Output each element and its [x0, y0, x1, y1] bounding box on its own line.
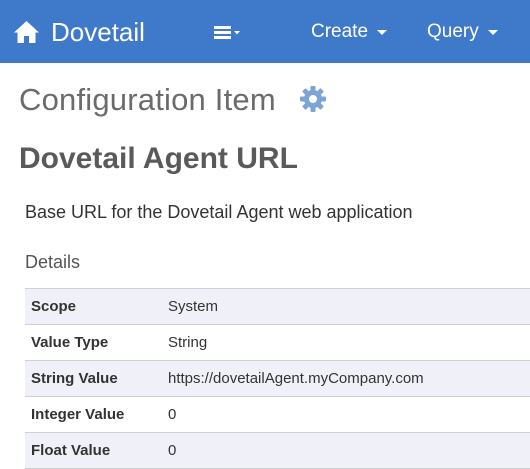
- detail-key: Float Value: [25, 432, 162, 469]
- settings-button[interactable]: [299, 85, 327, 113]
- table-row: Integer Value 0: [25, 396, 530, 433]
- table-row: Float Value 0: [25, 432, 530, 469]
- detail-key: String Value: [25, 360, 162, 397]
- brand-link[interactable]: Dovetail: [13, 15, 145, 49]
- chevron-down-icon: [377, 29, 388, 35]
- brand-name: Dovetail: [51, 17, 145, 47]
- home-icon: [13, 20, 40, 44]
- top-navbar: Dovetail Create Query: [0, 0, 530, 63]
- detail-value: System: [162, 288, 530, 325]
- list-menu-toggle[interactable]: [212, 24, 242, 42]
- detail-value: https://dovetailAgent.myCompany.com: [162, 360, 530, 397]
- detail-value: 0: [162, 396, 530, 433]
- detail-key: Value Type: [25, 324, 162, 361]
- details-section-title: Details: [25, 252, 81, 272]
- chevron-down-icon: [487, 29, 498, 35]
- table-row: String Value https://dovetailAgent.myCom…: [25, 360, 530, 397]
- item-title: Dovetail Agent URL: [19, 142, 298, 175]
- table-row: Value Type String: [25, 324, 530, 361]
- nav-create-dropdown[interactable]: Create: [311, 20, 388, 44]
- table-row: Scope System: [25, 288, 530, 325]
- page-heading: Configuration Item: [19, 80, 276, 120]
- page-title: Configuration Item: [19, 82, 276, 117]
- detail-key: Integer Value: [25, 396, 162, 433]
- detail-value: String: [162, 324, 530, 361]
- nav-query-dropdown[interactable]: Query: [427, 20, 498, 44]
- nav-create-label: Create: [311, 21, 369, 42]
- item-description: Base URL for the Dovetail Agent web appl…: [25, 202, 413, 222]
- list-menu-icon: [212, 26, 242, 46]
- nav-query-label: Query: [427, 21, 479, 42]
- gear-icon: [299, 86, 327, 117]
- detail-key: Scope: [25, 288, 162, 325]
- detail-value: 0: [162, 432, 530, 469]
- details-table: Scope System Value Type String String Va…: [25, 288, 530, 469]
